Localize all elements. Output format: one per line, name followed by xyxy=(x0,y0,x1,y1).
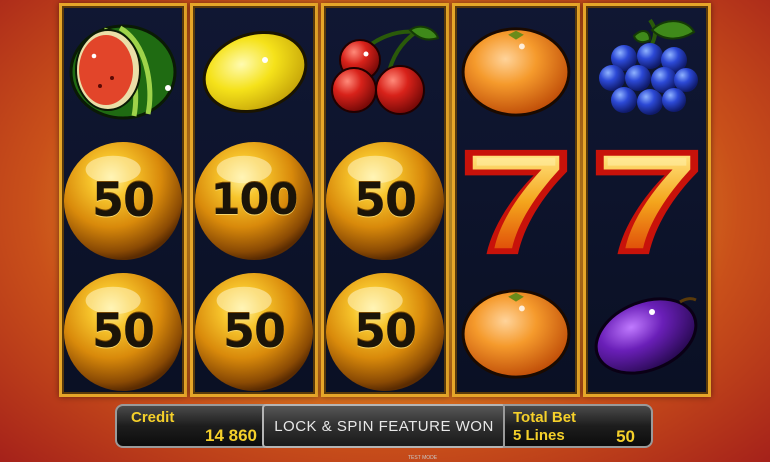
coin-symbol: 50 xyxy=(193,268,315,396)
coin-symbol: 50 xyxy=(62,268,184,396)
total-bet-panel: Total Bet 5 Lines 50 xyxy=(503,404,653,448)
coin-value: 50 xyxy=(91,303,155,358)
watermelon-icon xyxy=(62,6,184,134)
credit-panel: Credit 14 860 xyxy=(115,404,265,448)
reel-1: 50 50 xyxy=(59,3,187,397)
credit-label: Credit xyxy=(131,409,175,426)
lines-label: 5 Lines xyxy=(513,427,565,444)
seven-icon xyxy=(586,137,708,265)
coin-value: 50 xyxy=(91,172,155,227)
footer-text: TEST MODE xyxy=(408,455,438,461)
cherries-icon xyxy=(324,6,446,134)
orange-icon xyxy=(455,268,577,396)
credit-value: 14 860 xyxy=(205,426,257,445)
seven-icon xyxy=(455,137,577,265)
coin-value: 50 xyxy=(353,303,417,358)
status-message: LOCK & SPIN FEATURE WON xyxy=(262,404,506,448)
reel-5 xyxy=(583,3,711,397)
orange-icon xyxy=(455,6,577,134)
reel-3: 50 50 xyxy=(321,3,449,397)
coin-symbol: 50 xyxy=(324,137,446,265)
coin-symbol: 100 xyxy=(193,137,315,265)
slot-machine: 50 50 100 50 50 50 Credit 14 860 LOCK & … xyxy=(0,0,770,462)
coin-value: 50 xyxy=(353,172,417,227)
grapes-icon xyxy=(586,6,708,134)
bet-value: 50 xyxy=(616,427,635,446)
reel-4 xyxy=(452,3,580,397)
coin-symbol: 50 xyxy=(324,268,446,396)
plum-icon xyxy=(586,268,708,396)
coin-symbol: 50 xyxy=(62,137,184,265)
reel-2: 100 50 xyxy=(190,3,318,397)
coin-value: 50 xyxy=(222,303,286,358)
total-bet-label: Total Bet xyxy=(513,409,577,426)
lemon-icon xyxy=(193,6,315,134)
coin-value: 100 xyxy=(210,175,299,225)
